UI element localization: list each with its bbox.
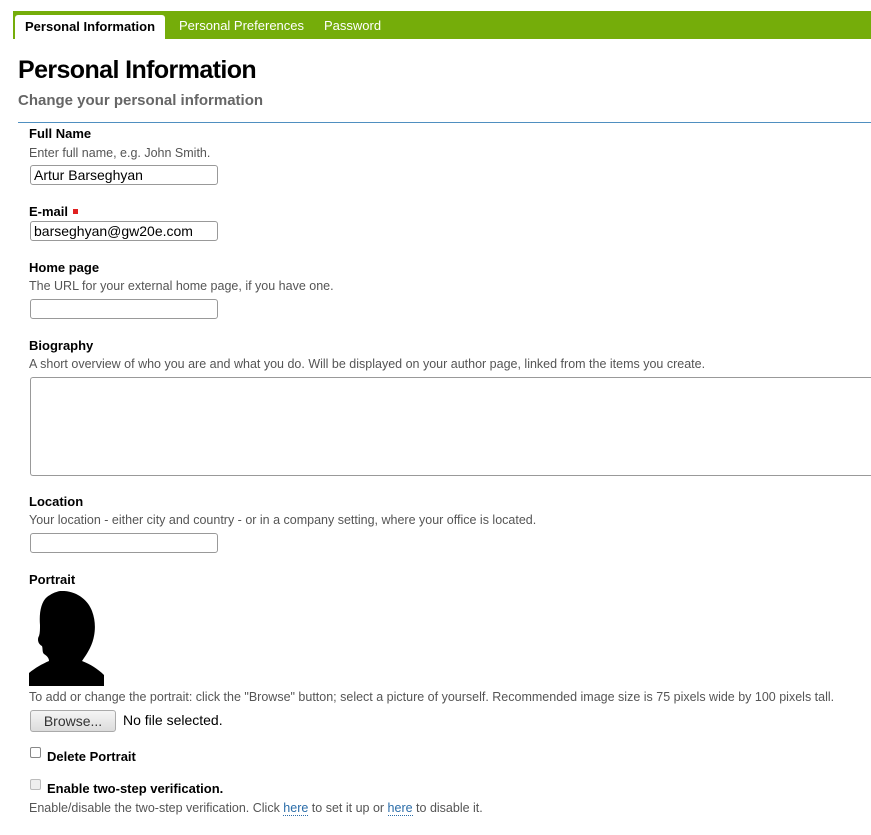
delete-portrait-label[interactable]: Delete Portrait — [47, 749, 136, 764]
two-step-checkbox[interactable] — [30, 779, 41, 790]
home-page-label: Home page — [29, 260, 100, 275]
home-page-input[interactable] — [30, 299, 218, 319]
delete-portrait-checkbox[interactable] — [30, 747, 41, 758]
two-step-disable-link[interactable]: here — [387, 801, 413, 816]
two-step-help-part3: to disable it. — [412, 801, 483, 815]
two-step-help-part2: to set it up or — [308, 801, 388, 815]
header-divider — [18, 122, 871, 123]
email-input[interactable] — [30, 221, 218, 241]
tab-bar: Personal Information Personal Preference… — [13, 11, 871, 39]
full-name-help: Enter full name, e.g. John Smith. — [29, 146, 211, 160]
biography-help: A short overview of who you are and what… — [29, 357, 706, 371]
two-step-help-part1: Enable/disable the two-step verification… — [29, 801, 284, 815]
tab-password[interactable]: Password — [324, 11, 381, 39]
page-title: Personal Information — [18, 56, 257, 84]
home-page-help: The URL for your external home page, if … — [29, 279, 334, 293]
portrait-silhouette-icon — [29, 591, 104, 686]
browse-button[interactable]: Browse... — [30, 710, 116, 732]
email-label: E-mail — [29, 204, 69, 219]
portrait-help: To add or change the portrait: click the… — [29, 690, 835, 704]
location-label: Location — [29, 494, 84, 509]
tab-personal-preferences[interactable]: Personal Preferences — [179, 11, 304, 39]
two-step-label[interactable]: Enable two-step verification. — [47, 781, 223, 796]
location-input[interactable] — [30, 533, 218, 553]
two-step-help: Enable/disable the two-step verification… — [29, 801, 483, 816]
portrait-label: Portrait — [29, 572, 76, 587]
location-help: Your location - either city and country … — [29, 513, 537, 527]
page-subtitle: Change your personal information — [18, 92, 264, 109]
biography-textarea[interactable] — [30, 377, 871, 476]
file-status: No file selected. — [123, 712, 223, 728]
biography-label: Biography — [29, 338, 94, 353]
two-step-setup-link[interactable]: here — [283, 801, 309, 816]
email-label-row: E-mail — [29, 204, 79, 219]
required-marker-icon — [73, 209, 79, 215]
tab-personal-information[interactable]: Personal Information — [15, 15, 166, 39]
full-name-input[interactable] — [30, 165, 218, 185]
full-name-label: Full Name — [29, 126, 92, 141]
